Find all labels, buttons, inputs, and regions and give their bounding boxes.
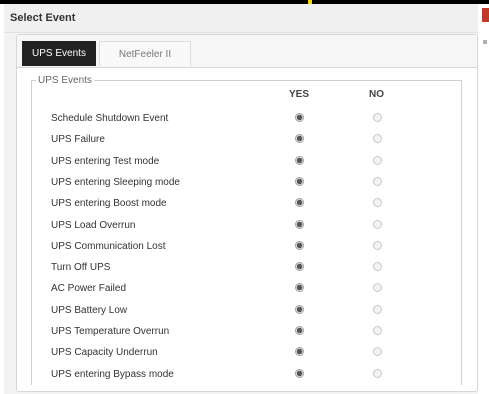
event-row: UPS Battery Low [51,301,451,322]
event-row: UPS Temperature Overrun [51,322,451,343]
event-label: UPS Communication Lost [51,240,166,252]
no-radio[interactable] [373,368,382,378]
event-row: Schedule Shutdown Event [51,109,451,130]
yes-radio[interactable] [295,155,304,165]
no-radio[interactable] [373,219,382,229]
no-radio[interactable] [373,283,382,293]
no-column-header: NO [369,89,384,100]
event-label: UPS entering Boost mode [51,198,167,210]
yes-radio[interactable] [295,134,304,144]
event-label: UPS Battery Low [51,304,128,316]
no-radio[interactable] [373,176,382,186]
event-row: UPS Failure [51,130,451,151]
event-row: UPS Load Overrun [51,216,451,237]
yes-radio[interactable] [295,368,304,378]
yes-radio[interactable] [295,304,304,314]
yes-radio[interactable] [295,176,304,186]
tab-bar: UPS Events NetFeeler II [17,35,477,68]
scroll-marker [483,40,487,44]
event-row: UPS entering Sleeping mode [51,173,451,194]
yes-radio[interactable] [295,240,304,250]
event-row: UPS entering Boost mode [51,194,451,215]
tab-netfeeler-ii[interactable]: NetFeeler II [99,41,191,66]
yes-radio[interactable] [295,283,304,293]
event-label: UPS Capacity Underrun [51,347,158,359]
no-radio[interactable] [373,155,382,165]
close-icon[interactable] [482,8,489,22]
event-label: Turn Off UPS [51,262,111,274]
no-radio[interactable] [373,134,382,144]
no-radio[interactable] [373,262,382,272]
event-row: UPS entering Test mode [51,152,451,173]
event-row: AC Power Failed [51,279,451,300]
no-radio[interactable] [373,347,382,357]
event-label: UPS entering Test mode [51,155,160,167]
event-row: UPS Communication Lost [51,237,451,258]
yes-radio[interactable] [295,219,304,229]
yes-radio[interactable] [295,347,304,357]
event-label: Schedule Shutdown Event [51,113,169,124]
fieldset-legend: UPS Events [38,75,92,86]
no-radio[interactable] [373,198,382,208]
event-label: AC Power Failed [51,283,127,295]
no-radio[interactable] [373,240,382,250]
tab-ups-events[interactable]: UPS Events [22,41,96,66]
yes-radio[interactable] [295,326,304,335]
no-radio[interactable] [373,304,382,314]
event-row: Turn Off UPS [51,258,451,279]
yes-column-header: YES [289,89,310,100]
yes-radio[interactable] [295,113,304,122]
yes-radio[interactable] [295,198,304,208]
event-label: UPS entering Sleeping mode [51,176,180,188]
event-label: UPS Load Overrun [51,219,136,231]
event-panel: UPS Events NetFeeler II UPS Events YES N… [16,34,478,392]
dialog-title: Select Event [4,4,478,33]
event-row: UPS entering Bypass mode [51,365,451,386]
no-radio[interactable] [373,326,382,335]
event-row: UPS Capacity Underrun [51,343,451,364]
event-label: UPS Temperature Overrun [51,326,170,337]
yes-radio[interactable] [295,262,304,272]
no-radio[interactable] [373,113,382,122]
event-label: UPS entering Bypass mode [51,368,174,380]
event-label: UPS Failure [51,134,105,146]
